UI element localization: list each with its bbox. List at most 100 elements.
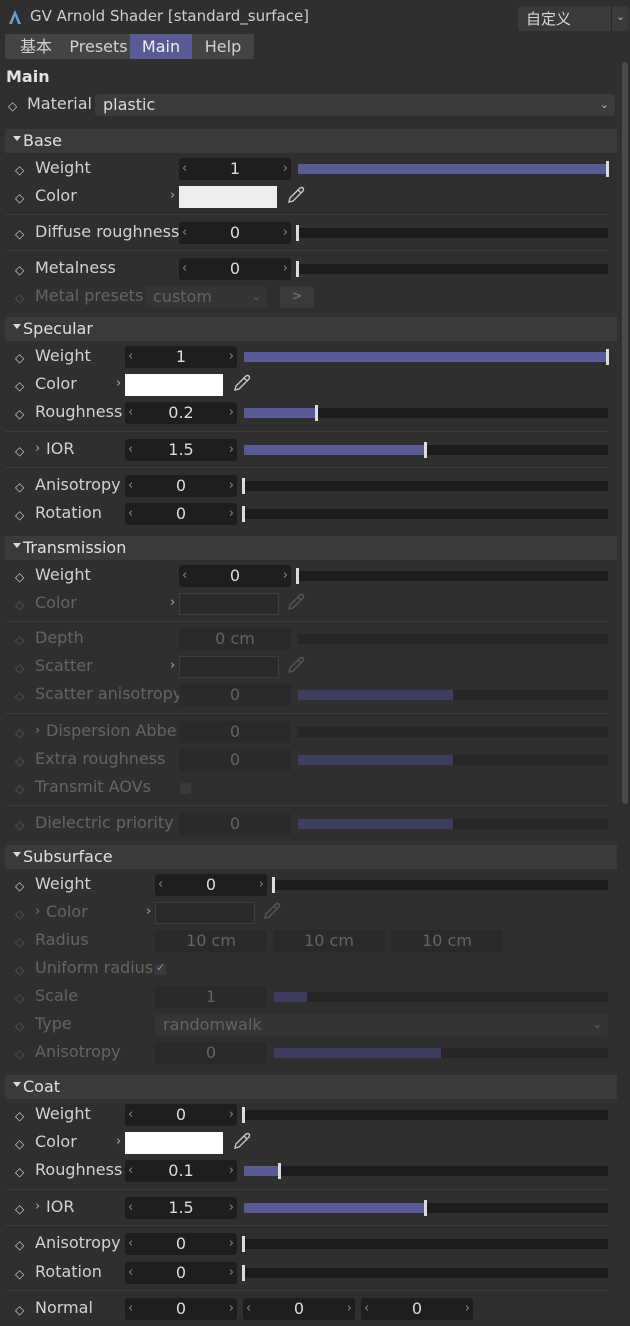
keyframe-diamond-icon[interactable]: [15, 227, 25, 243]
tab-help[interactable]: Help: [192, 34, 254, 59]
material-dropdown[interactable]: plastic ⌄: [95, 94, 615, 116]
arrow-right-icon[interactable]: ›: [283, 161, 288, 176]
arrow-right-icon[interactable]: ›: [347, 1301, 352, 1316]
keyframe-diamond-icon[interactable]: [15, 407, 25, 423]
coat-roughness-field[interactable]: ‹ 0.1 ›: [125, 1160, 237, 1182]
specular-ior-field[interactable]: ‹ 1.5 ›: [125, 439, 237, 461]
arrow-right-icon[interactable]: ›: [229, 442, 234, 457]
subsurface-weight-slider[interactable]: [272, 877, 608, 893]
coat-rotation-field[interactable]: ‹ 0 ›: [125, 1262, 237, 1284]
keyframe-diamond-icon[interactable]: [15, 480, 25, 496]
keyframe-diamond-icon[interactable]: [15, 444, 25, 460]
base-metalness-field[interactable]: ‹ 0 ›: [179, 258, 291, 280]
expand-arrow-icon[interactable]: ›: [146, 904, 151, 919]
eyedropper-icon[interactable]: [286, 185, 306, 205]
coat-rotation-slider[interactable]: [242, 1265, 608, 1281]
base-diffuse-roughness-slider[interactable]: [296, 225, 608, 241]
expand-arrow-icon[interactable]: ›: [35, 723, 40, 738]
keyframe-diamond-icon[interactable]: [15, 1109, 25, 1125]
arrow-right-icon[interactable]: ›: [229, 506, 234, 521]
keyframe-diamond-icon[interactable]: [15, 508, 25, 524]
specular-anisotropy-field[interactable]: ‹ 0 ›: [125, 475, 237, 497]
specular-color-swatch[interactable]: [125, 374, 223, 396]
expand-arrow-icon[interactable]: ›: [35, 1199, 40, 1214]
slider-handle[interactable]: [606, 349, 609, 365]
base-weight-field[interactable]: ‹ 1 ›: [179, 158, 291, 180]
tab-presets[interactable]: Presets: [67, 34, 130, 59]
expand-arrow-icon[interactable]: ›: [170, 188, 175, 203]
coat-normal-x-field[interactable]: ‹ 0 ›: [125, 1298, 237, 1320]
tab-basic[interactable]: 基本: [5, 34, 67, 59]
base-metalness-slider[interactable]: [296, 261, 608, 277]
arrow-right-icon[interactable]: ›: [229, 1200, 234, 1215]
arrow-right-icon[interactable]: ›: [259, 877, 264, 892]
arrow-right-icon[interactable]: ›: [229, 1265, 234, 1280]
slider-handle[interactable]: [424, 1200, 427, 1216]
expand-arrow-icon[interactable]: ›: [170, 658, 175, 673]
specular-weight-field[interactable]: ‹ 1 ›: [125, 346, 237, 368]
coat-normal-y-field[interactable]: ‹ 0 ›: [243, 1298, 355, 1320]
coat-ior-field[interactable]: ‹ 1.5 ›: [125, 1197, 237, 1219]
specular-rotation-slider[interactable]: [242, 506, 608, 522]
keyframe-diamond-icon[interactable]: [15, 1303, 25, 1319]
keyframe-diamond-icon[interactable]: [15, 1165, 25, 1181]
coat-weight-field[interactable]: ‹ 0 ›: [125, 1104, 237, 1126]
arrow-right-icon[interactable]: ›: [283, 225, 288, 240]
subsurface-weight-field[interactable]: ‹ 0 ›: [155, 874, 267, 896]
slider-handle[interactable]: [278, 1163, 282, 1179]
keyframe-diamond-icon[interactable]: [15, 1238, 25, 1254]
arrow-right-icon[interactable]: ›: [229, 478, 234, 493]
arrow-right-icon[interactable]: ›: [283, 261, 288, 276]
tab-main[interactable]: Main: [130, 34, 192, 59]
slider-handle[interactable]: [242, 1236, 245, 1252]
slider-handle[interactable]: [242, 506, 245, 522]
expand-arrow-icon[interactable]: ›: [116, 1134, 121, 1149]
keyframe-diamond-icon[interactable]: [15, 570, 25, 586]
coat-normal-z-field[interactable]: ‹ 0 ›: [361, 1298, 473, 1320]
transmission-weight-field[interactable]: ‹ 0 ›: [179, 565, 291, 587]
specular-ior-slider[interactable]: [244, 442, 608, 458]
section-base[interactable]: Base: [5, 129, 617, 153]
keyframe-diamond-icon[interactable]: [15, 351, 25, 367]
coat-anisotropy-slider[interactable]: [242, 1236, 608, 1252]
base-diffuse-roughness-field[interactable]: ‹ 0 ›: [179, 222, 291, 244]
slider-handle[interactable]: [272, 877, 275, 893]
preset-dropdown[interactable]: 自定义 ⌄: [518, 6, 629, 31]
expand-arrow-icon[interactable]: ›: [116, 376, 121, 391]
arrow-right-icon[interactable]: ›: [465, 1301, 470, 1316]
slider-handle[interactable]: [296, 261, 299, 277]
coat-anisotropy-field[interactable]: ‹ 0 ›: [125, 1233, 237, 1255]
keyframe-diamond-icon[interactable]: [15, 163, 25, 179]
base-weight-slider[interactable]: [298, 161, 609, 177]
keyframe-diamond-icon[interactable]: [15, 263, 25, 279]
keyframe-diamond-icon[interactable]: [15, 191, 25, 207]
eyedropper-icon[interactable]: [232, 373, 252, 393]
coat-weight-slider[interactable]: [242, 1107, 608, 1123]
slider-handle[interactable]: [242, 1107, 245, 1123]
arrow-right-icon[interactable]: ›: [229, 1107, 234, 1122]
expand-arrow-icon[interactable]: ›: [170, 595, 175, 610]
coat-ior-slider[interactable]: [244, 1200, 608, 1216]
arrow-right-icon[interactable]: ›: [229, 1236, 234, 1251]
expand-arrow-icon[interactable]: ›: [35, 441, 40, 456]
specular-rotation-field[interactable]: ‹ 0 ›: [125, 503, 237, 525]
expand-arrow-icon[interactable]: ›: [35, 904, 40, 919]
section-specular[interactable]: Specular: [5, 317, 617, 341]
arrow-right-icon[interactable]: ›: [283, 568, 288, 583]
keyframe-diamond-icon[interactable]: [15, 379, 25, 395]
slider-handle[interactable]: [242, 1265, 245, 1281]
slider-handle[interactable]: [314, 405, 318, 421]
transmission-weight-slider[interactable]: [296, 568, 608, 584]
scrollbar[interactable]: [622, 62, 628, 804]
specular-weight-slider[interactable]: [244, 349, 609, 365]
slider-handle[interactable]: [242, 478, 245, 494]
coat-color-swatch[interactable]: [125, 1132, 223, 1154]
specular-roughness-slider[interactable]: [244, 405, 608, 421]
base-color-swatch[interactable]: [179, 186, 277, 208]
specular-roughness-field[interactable]: ‹ 0.2 ›: [125, 402, 237, 424]
keyframe-diamond-icon[interactable]: [15, 1137, 25, 1153]
section-coat[interactable]: Coat: [5, 1075, 617, 1099]
arrow-right-icon[interactable]: ›: [229, 405, 234, 420]
keyframe-diamond-icon[interactable]: [15, 879, 25, 895]
arrow-right-icon[interactable]: ›: [229, 1163, 234, 1178]
